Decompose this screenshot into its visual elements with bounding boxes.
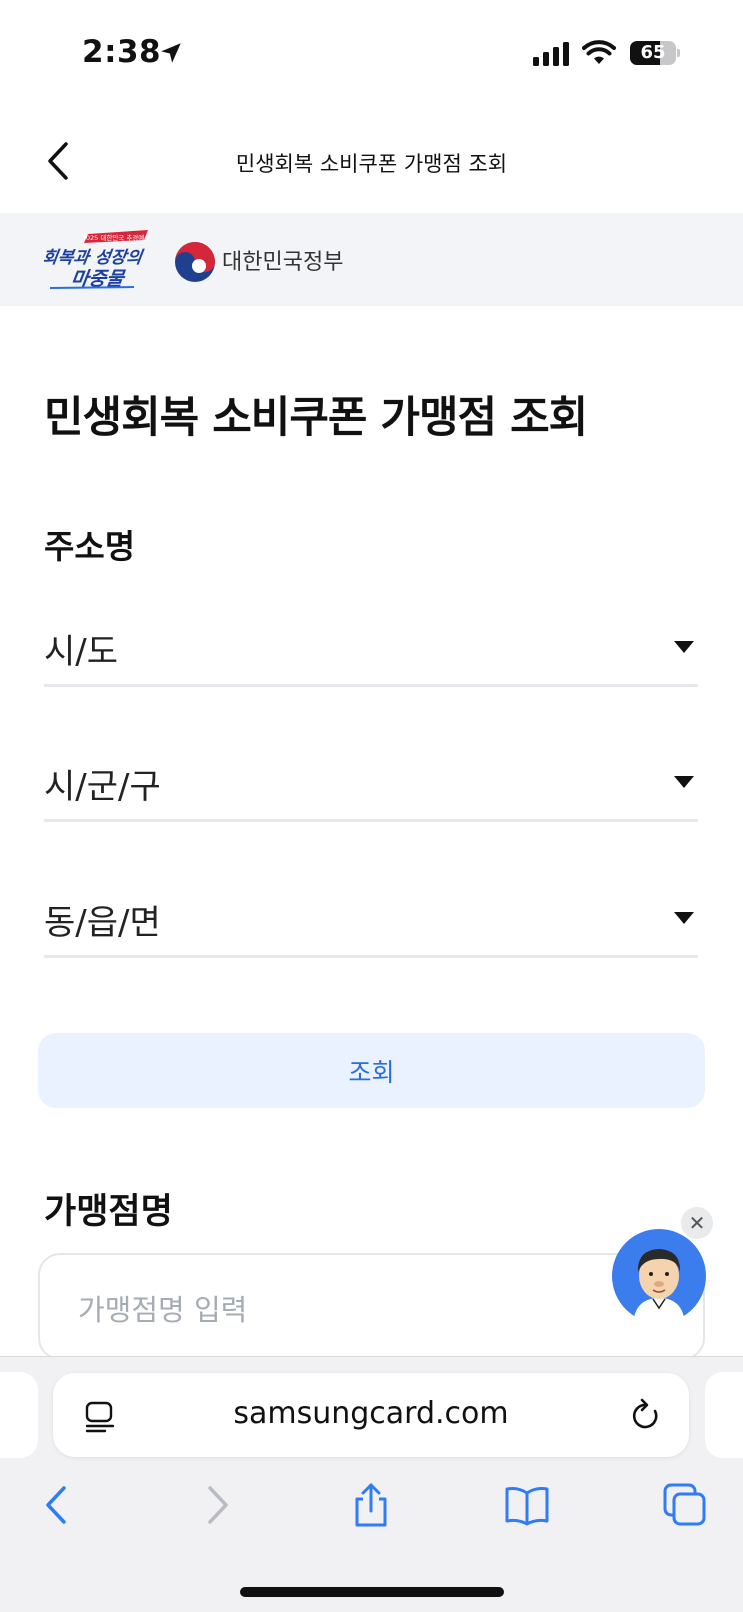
sido-select[interactable]: 시/도 [44, 614, 698, 687]
battery-icon: 65 [630, 41, 680, 65]
wifi-icon [582, 40, 616, 64]
taegeuk-logo-icon [175, 242, 215, 282]
chatbot-avatar[interactable] [611, 1228, 707, 1324]
status-time: 2:38 [82, 34, 162, 70]
signal-icon [533, 42, 569, 66]
search-button[interactable]: 조회 [38, 1033, 705, 1108]
svg-text:2025 대한민국 추경예산: 2025 대한민국 추경예산 [82, 233, 151, 242]
back-button[interactable] [40, 138, 80, 184]
share-icon[interactable] [348, 1482, 394, 1528]
reload-icon[interactable] [628, 1398, 664, 1434]
address-label: 주소명 [44, 527, 136, 566]
merchant-name-placeholder: 가맹점명 입력 [78, 1293, 248, 1327]
caret-down-icon [674, 641, 694, 653]
svg-text:회복과 성장의: 회복과 성장의 [44, 248, 145, 268]
page-title: 민생회복 소비쿠폰 가맹점 조회 [44, 393, 588, 443]
caret-down-icon [674, 912, 694, 924]
next-tab-preview[interactable] [705, 1372, 743, 1458]
merchant-name-input[interactable]: 가맹점명 입력 [38, 1253, 705, 1360]
sigungu-select[interactable]: 시/군/구 [44, 749, 698, 822]
forward-icon[interactable] [192, 1482, 238, 1528]
bookmarks-icon[interactable] [504, 1482, 550, 1528]
previous-tab-preview[interactable] [0, 1372, 38, 1458]
sido-select-value: 시/도 [44, 632, 119, 672]
location-arrow-icon [161, 43, 181, 63]
battery-level: 65 [640, 42, 666, 63]
dong-select-value: 동/읍/면 [44, 903, 161, 943]
sigungu-select-value: 시/군/구 [44, 767, 161, 807]
government-name: 대한민국정부 [222, 250, 344, 275]
caret-down-icon [674, 776, 694, 788]
close-icon: ✕ [688, 1211, 706, 1235]
merchant-label: 가맹점명 [44, 1192, 173, 1232]
tabs-icon[interactable] [662, 1482, 708, 1528]
url-text[interactable]: samsungcard.com [53, 1396, 689, 1431]
campaign-logo: 2025 대한민국 추경예산 회복과 성장의 마중물 [44, 230, 151, 290]
dong-select[interactable]: 동/읍/면 [44, 885, 698, 958]
home-indicator[interactable] [240, 1587, 504, 1597]
header-title: 민생회복 소비쿠폰 가맹점 조회 [235, 152, 508, 176]
back-icon[interactable] [36, 1482, 82, 1528]
chatbot-close-button[interactable]: ✕ [681, 1207, 713, 1239]
